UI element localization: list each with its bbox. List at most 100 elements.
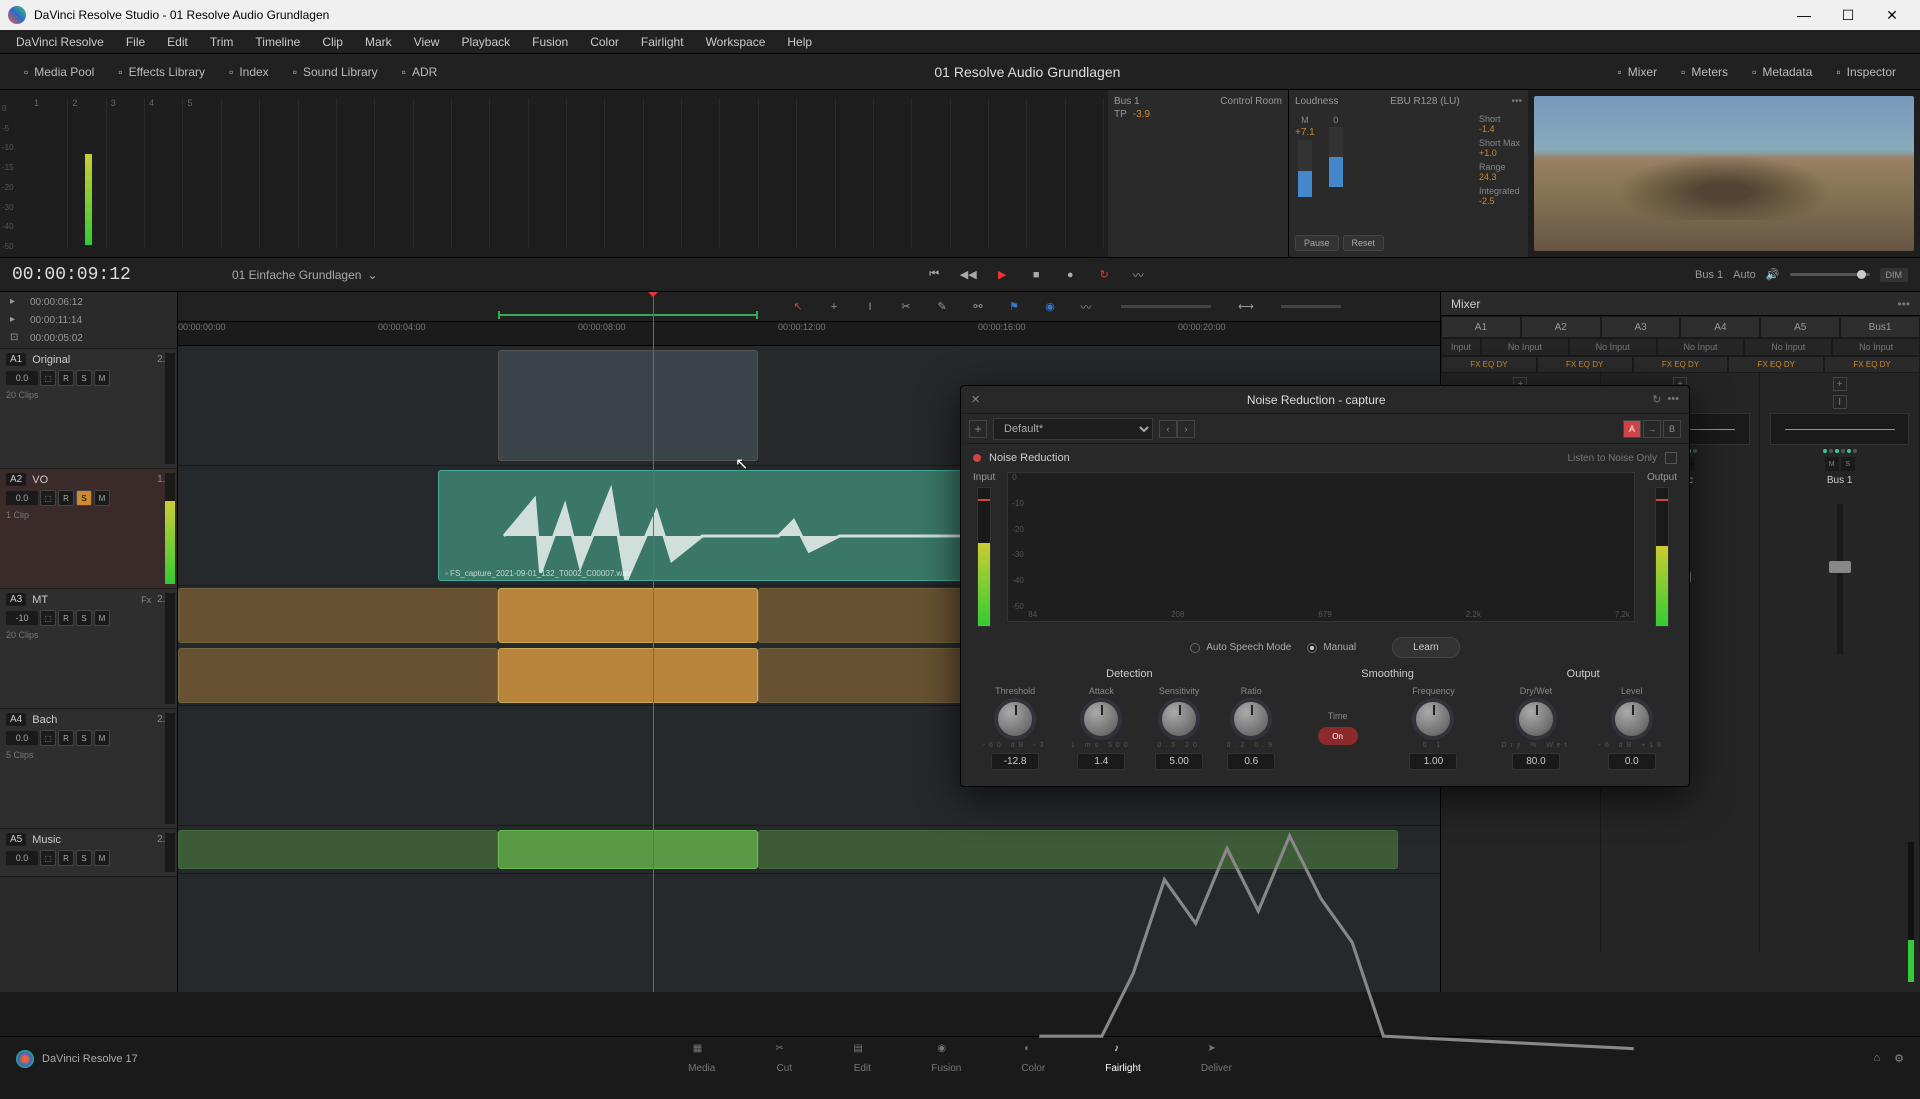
audio-clip-mt[interactable]	[178, 588, 498, 643]
track-header-a1[interactable]: A1Original2.00.0⬚RSM20 Clips	[0, 349, 177, 469]
strip-eq-graph[interactable]	[1770, 413, 1909, 445]
menu-fusion[interactable]: Fusion	[522, 31, 578, 53]
track-lock[interactable]: ⬚	[40, 610, 56, 626]
track-name[interactable]: Original	[32, 354, 151, 366]
track-mute[interactable]: M	[94, 370, 110, 386]
link-tool[interactable]: ⚯	[967, 296, 989, 318]
menu-mark[interactable]: Mark	[355, 31, 402, 53]
audio-clip-mt[interactable]	[178, 648, 498, 703]
razor-tool[interactable]: ✂	[895, 296, 917, 318]
pencil-tool[interactable]: ✎	[931, 296, 953, 318]
master-volume-slider[interactable]	[1790, 273, 1870, 276]
audio-clip-music[interactable]	[178, 830, 498, 869]
track-arm[interactable]: R	[58, 490, 74, 506]
track-name[interactable]: VO	[32, 474, 151, 486]
strip-fader[interactable]	[1837, 504, 1843, 654]
height-slider[interactable]	[1281, 305, 1341, 308]
track-header-a2[interactable]: A2VO1.00.0⬚RSM1 Clip	[0, 469, 177, 589]
minimize-button[interactable]: —	[1784, 2, 1824, 28]
nr-enable-indicator[interactable]	[973, 454, 981, 462]
mixer-tab-bus1[interactable]: Bus1	[1840, 316, 1920, 338]
strip-add-fx[interactable]: +	[1833, 377, 1847, 391]
loudness-menu-icon[interactable]: •••	[1511, 96, 1522, 107]
home-icon[interactable]: ⌂	[1873, 1052, 1880, 1065]
nr-compare-arrow[interactable]: →	[1643, 420, 1661, 438]
track-arm[interactable]: R	[58, 730, 74, 746]
mixer-fx-slot[interactable]: FX EQ DY	[1728, 356, 1824, 373]
track-lock[interactable]: ⬚	[40, 370, 56, 386]
audio-clip-music[interactable]	[498, 830, 758, 869]
track-lock[interactable]: ⬚	[40, 850, 56, 866]
maximize-button[interactable]: ☐	[1828, 2, 1868, 28]
nr-next-preset[interactable]: ›	[1177, 420, 1195, 438]
audio-clip-mt[interactable]	[498, 588, 758, 643]
page-tab-fusion[interactable]: ◉Fusion	[931, 1043, 961, 1074]
mixer-menu-icon[interactable]: •••	[1897, 297, 1910, 311]
track-fader-value[interactable]: 0.0	[6, 851, 38, 865]
pointer-tool[interactable]: ↖	[787, 296, 809, 318]
menu-trim[interactable]: Trim	[200, 31, 244, 53]
nr-prev-preset[interactable]: ‹	[1159, 420, 1177, 438]
track-arm[interactable]: R	[58, 370, 74, 386]
dim-button[interactable]: DIM	[1880, 268, 1909, 282]
menu-timeline[interactable]: Timeline	[245, 31, 310, 53]
page-tab-media[interactable]: ▦Media	[688, 1043, 715, 1074]
menu-davinciresolve[interactable]: DaVinci Resolve	[6, 31, 114, 53]
menu-help[interactable]: Help	[777, 31, 822, 53]
track-fader-value[interactable]: 0.0	[6, 731, 38, 745]
nr-listen-checkbox[interactable]	[1665, 452, 1677, 464]
tc-out[interactable]: 00:00:11:14	[30, 315, 82, 326]
record-button[interactable]: ●	[1058, 263, 1082, 287]
page-tab-cut[interactable]: ✂Cut	[775, 1043, 793, 1074]
bus-selector[interactable]: Bus 1	[1695, 269, 1723, 281]
menu-clip[interactable]: Clip	[312, 31, 353, 53]
snap-tool[interactable]: 〰	[1075, 296, 1097, 318]
menu-workspace[interactable]: Workspace	[696, 31, 776, 53]
play-button[interactable]: ▶	[990, 263, 1014, 287]
menu-playback[interactable]: Playback	[451, 31, 520, 53]
mixer-input[interactable]: No Input	[1481, 338, 1569, 356]
nr-add-preset[interactable]: +	[969, 420, 987, 438]
track-header-a4[interactable]: A4Bach2.00.0⬚RSM5 Clips	[0, 709, 177, 829]
marker2-tool[interactable]: ◉	[1039, 296, 1061, 318]
master-timecode[interactable]: 00:00:09:12	[12, 265, 192, 285]
strip-solo[interactable]: S	[1841, 457, 1855, 471]
mixer-tab-a5[interactable]: A5	[1760, 316, 1840, 338]
sound-lib-icon[interactable]: ▫Sound Library	[281, 59, 390, 85]
track-name[interactable]: Music	[32, 834, 151, 846]
timeline-selector[interactable]: 01 Einfache Grundlagen ⌄	[232, 268, 378, 282]
tc-in[interactable]: 00:00:06:12	[30, 297, 83, 308]
menu-view[interactable]: View	[404, 31, 450, 53]
track-mute[interactable]: M	[94, 490, 110, 506]
mixer-input[interactable]: No Input	[1657, 338, 1745, 356]
metadata-icon[interactable]: ▫Metadata	[1740, 59, 1824, 85]
prev-button[interactable]: ◀◀	[956, 263, 980, 287]
mixer-tab-a4[interactable]: A4	[1680, 316, 1760, 338]
track-mute[interactable]: M	[94, 610, 110, 626]
tc-dur[interactable]: 00:00:05:02	[30, 333, 83, 344]
mixer-input[interactable]: No Input	[1744, 338, 1832, 356]
mixer-fx-slot[interactable]: FX EQ DY	[1824, 356, 1920, 373]
auto-button[interactable]: Auto	[1733, 269, 1756, 281]
meters-icon[interactable]: ▫Meters	[1669, 59, 1740, 85]
track-mute[interactable]: M	[94, 850, 110, 866]
track-solo[interactable]: S	[76, 370, 92, 386]
loudness-reset-button[interactable]: Reset	[1343, 235, 1385, 251]
track-name[interactable]: Bach	[32, 714, 151, 726]
mixer-tab-a3[interactable]: A3	[1601, 316, 1681, 338]
mixer-input[interactable]: No Input	[1569, 338, 1657, 356]
mixer-fx-slot[interactable]: FX EQ DY	[1441, 356, 1537, 373]
nr-reset-icon[interactable]: ↻	[1652, 393, 1661, 406]
track-solo[interactable]: S	[76, 610, 92, 626]
loop-button[interactable]: ↻	[1092, 263, 1116, 287]
strip-mute[interactable]: M	[1825, 457, 1839, 471]
flag-tool[interactable]: ⚑	[1003, 296, 1025, 318]
mixer-tab-a1[interactable]: A1	[1441, 316, 1521, 338]
menu-color[interactable]: Color	[580, 31, 629, 53]
text-tool[interactable]: I	[859, 296, 881, 318]
inspector-icon[interactable]: ▫Inspector	[1824, 59, 1908, 85]
playhead[interactable]	[653, 292, 654, 992]
video-clip[interactable]	[498, 350, 758, 461]
menu-edit[interactable]: Edit	[157, 31, 198, 53]
adr-icon[interactable]: ▫ADR	[390, 59, 450, 85]
